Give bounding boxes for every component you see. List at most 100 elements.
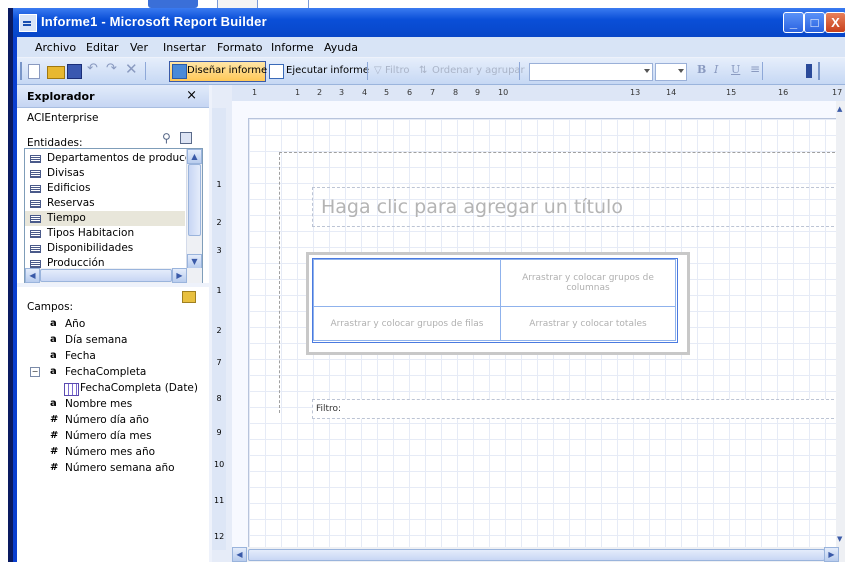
menu-insertar[interactable]: Insertar bbox=[163, 41, 206, 54]
ruler-mark: 13 bbox=[630, 88, 641, 97]
horizontal-scrollbar[interactable]: ◀ ▶ bbox=[232, 547, 845, 562]
text-type-icon: a bbox=[50, 334, 57, 345]
ruler-mark: 5 bbox=[384, 88, 390, 97]
list-item[interactable]: Tipos Habitacion bbox=[25, 226, 185, 241]
list-item[interactable]: Edificios bbox=[25, 181, 185, 196]
ruler-mark: 9 bbox=[475, 88, 481, 97]
field-item[interactable]: # Número día año bbox=[50, 414, 149, 426]
toolbar-grip[interactable] bbox=[818, 62, 820, 80]
field-item[interactable]: a Fecha bbox=[50, 350, 96, 362]
filter-textbox[interactable]: Filtro: bbox=[312, 399, 839, 419]
field-item[interactable]: a FechaCompleta bbox=[50, 366, 146, 378]
new-icon[interactable] bbox=[28, 64, 40, 79]
menu-editar[interactable]: Editar bbox=[86, 41, 119, 54]
scroll-left-icon[interactable]: ◀ bbox=[25, 268, 40, 283]
totals-cell[interactable]: Arrastrar y colocar totales bbox=[500, 306, 676, 341]
list-item-selected[interactable]: Tiempo bbox=[25, 211, 185, 226]
menu-ayuda[interactable]: Ayuda bbox=[324, 41, 358, 54]
field-item[interactable]: a Nombre mes bbox=[50, 398, 132, 410]
scroll-down-icon[interactable]: ▼ bbox=[187, 254, 202, 269]
redo-icon[interactable]: ↷ bbox=[106, 61, 122, 77]
field-item[interactable]: a Año bbox=[50, 318, 85, 330]
list-item[interactable]: Reservas bbox=[25, 196, 185, 211]
toolbar-grip[interactable] bbox=[20, 62, 22, 80]
row-groups-cell[interactable]: Arrastrar y colocar grupos de filas bbox=[313, 306, 501, 341]
undo-icon[interactable]: ↶ bbox=[87, 61, 103, 77]
ruler-mark: 4 bbox=[362, 88, 368, 97]
list-item[interactable]: Disponibilidades bbox=[25, 241, 185, 256]
field-item[interactable]: # Número día mes bbox=[50, 430, 152, 442]
entity-icon bbox=[30, 185, 41, 193]
delete-icon[interactable]: ✕ bbox=[125, 60, 141, 78]
corner-cell[interactable] bbox=[313, 259, 501, 307]
ruler-mark: 7 bbox=[216, 358, 222, 367]
save-icon[interactable] bbox=[67, 64, 82, 79]
collapse-icon[interactable]: − bbox=[30, 367, 40, 377]
ruler-mark: 16 bbox=[778, 88, 789, 97]
font-select[interactable] bbox=[529, 63, 653, 81]
field-item[interactable]: FechaCompleta (Date) bbox=[80, 382, 198, 394]
horizontal-scrollbar[interactable]: ◀ ▶ bbox=[24, 268, 203, 284]
ruler-mark: 1 bbox=[216, 286, 222, 295]
font-size-select[interactable] bbox=[655, 63, 687, 81]
window-title: Informe1 - Microsoft Report Builder bbox=[41, 14, 267, 29]
ruler-mark: 14 bbox=[666, 88, 677, 97]
bold-button[interactable]: B bbox=[697, 63, 706, 76]
new-field-icon[interactable] bbox=[182, 291, 196, 303]
matrix-table[interactable]: Arrastrar y colocar grupos de columnas A… bbox=[312, 258, 678, 343]
scroll-left-icon[interactable]: ◀ bbox=[232, 547, 247, 562]
vertical-scrollbar[interactable]: ▲ ▼ bbox=[186, 149, 202, 269]
design-icon bbox=[172, 64, 187, 79]
vertical-scrollbar[interactable]: ▲ ▼ bbox=[836, 101, 845, 547]
maximize-button[interactable]: □ bbox=[804, 12, 825, 33]
align-icon[interactable]: ≡ bbox=[750, 62, 760, 76]
minimize-button[interactable]: _ bbox=[783, 12, 804, 33]
scrollbar-thumb[interactable] bbox=[40, 269, 172, 282]
date-field-icon bbox=[64, 383, 79, 396]
underline-button[interactable]: U bbox=[731, 63, 740, 76]
text-type-icon: a bbox=[50, 318, 57, 329]
run-report-icon[interactable] bbox=[269, 64, 284, 79]
menu-formato[interactable]: Formato bbox=[217, 41, 263, 54]
close-icon[interactable]: × bbox=[186, 88, 197, 103]
search-icon[interactable]: ⚲ bbox=[162, 131, 171, 145]
panel-splitter[interactable] bbox=[17, 283, 209, 287]
open-folder-icon[interactable] bbox=[47, 66, 65, 79]
menu-archivo[interactable]: Archivo bbox=[35, 41, 76, 54]
field-label: FechaCompleta bbox=[65, 366, 147, 378]
ruler-mark: 17 bbox=[832, 88, 843, 97]
title-bar[interactable]: Informe1 - Microsoft Report Builder _ □ … bbox=[13, 8, 845, 37]
menu-ver[interactable]: Ver bbox=[130, 41, 148, 54]
field-item[interactable]: # Número mes año bbox=[50, 446, 155, 458]
sort-group-button[interactable]: Ordenar y agrupar bbox=[432, 65, 525, 76]
italic-button[interactable]: I bbox=[714, 63, 718, 76]
field-label: Número día mes bbox=[65, 430, 152, 442]
toolbar-overflow-icon[interactable] bbox=[806, 64, 812, 78]
scroll-down-icon[interactable]: ▼ bbox=[837, 535, 842, 543]
text-type-icon: a bbox=[50, 366, 57, 377]
filter-button[interactable]: Filtro bbox=[385, 65, 410, 76]
run-report-button[interactable]: Ejecutar informe bbox=[286, 65, 369, 76]
view-options-icon[interactable] bbox=[180, 132, 192, 144]
scrollbar-thumb[interactable] bbox=[188, 164, 201, 236]
scroll-right-icon[interactable]: ▶ bbox=[824, 547, 839, 562]
column-groups-cell[interactable]: Arrastrar y colocar grupos de columnas bbox=[500, 259, 676, 307]
field-item[interactable]: # Número semana año bbox=[50, 462, 175, 474]
scroll-right-icon[interactable]: ▶ bbox=[172, 268, 187, 283]
field-item[interactable]: a Día semana bbox=[50, 334, 127, 346]
field-label: Número día año bbox=[65, 414, 149, 426]
sort-icon[interactable]: ⇅ bbox=[419, 65, 427, 76]
entities-list[interactable]: Departamentos de producción Divisas Edif… bbox=[24, 148, 203, 270]
list-item[interactable]: Departamentos de producción bbox=[25, 151, 202, 166]
entity-icon bbox=[30, 260, 41, 268]
report-title-textbox[interactable]: Haga clic para agregar un título bbox=[312, 187, 839, 227]
scrollbar-thumb[interactable] bbox=[248, 549, 825, 561]
close-button[interactable]: X bbox=[825, 12, 845, 33]
list-item[interactable]: Divisas bbox=[25, 166, 185, 181]
ruler-mark: 8 bbox=[453, 88, 459, 97]
menu-informe[interactable]: Informe bbox=[271, 41, 314, 54]
filter-icon[interactable]: ▽ bbox=[374, 65, 382, 76]
taskbar-tab[interactable] bbox=[148, 0, 198, 8]
scroll-up-icon[interactable]: ▲ bbox=[187, 149, 202, 164]
scroll-up-icon[interactable]: ▲ bbox=[837, 105, 842, 113]
